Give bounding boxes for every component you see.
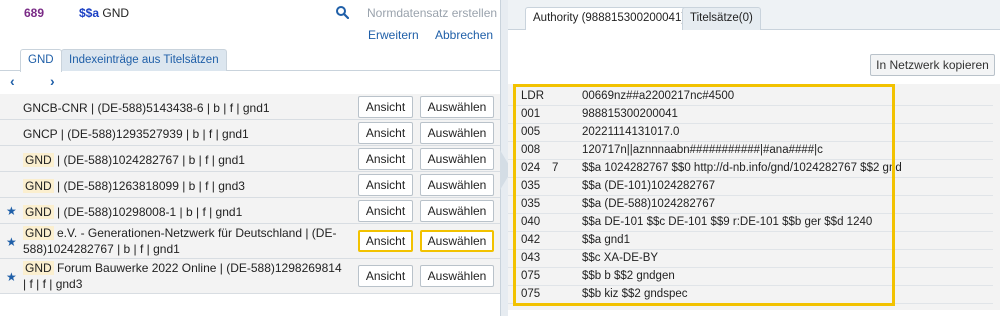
subfield-value[interactable]: $$a GND	[79, 6, 129, 20]
gnd-chip: GND	[23, 261, 54, 275]
view-button[interactable]: Ansicht	[358, 148, 413, 170]
star-icon: ★	[6, 235, 17, 249]
select-button[interactable]: Auswählen	[420, 230, 494, 252]
result-text: GNCP | (DE-588)1293527939 | b | f | gnd1	[23, 127, 249, 141]
search-icon[interactable]	[335, 5, 349, 19]
view-button[interactable]: Ansicht	[358, 174, 413, 196]
result-row: GNCP | (DE-588)1293527939 | b | f | gnd1…	[0, 120, 500, 146]
result-text: GND | (DE-588)1263818099 | b | f | gnd3	[23, 179, 245, 193]
result-row: GNCB-CNR | (DE-588)5143438-6 | b | f | g…	[0, 94, 500, 120]
gnd-chip: GND	[23, 153, 54, 167]
pager: ‹ ›	[0, 72, 500, 92]
create-authority-link: Normdatensatz erstellen	[367, 6, 498, 20]
result-row: GND | (DE-588)1263818099 | b | f | gnd3 …	[0, 172, 500, 198]
cancel-link[interactable]: Abbrechen	[435, 28, 493, 42]
view-button[interactable]: Ansicht	[358, 230, 413, 252]
gnd-chip: GND	[23, 226, 54, 240]
marc-record: LDR 00669nz##a2200217nc#4500 001 9888153002…	[508, 84, 1000, 310]
subfield-text: GND	[102, 6, 130, 20]
result-text: GND | (DE-588)1024282767 | b | f | gnd1	[23, 153, 245, 167]
star-icon: ★	[6, 270, 17, 284]
tab-index-entries[interactable]: Indexeinträge aus Titelsätzen	[61, 49, 227, 71]
result-text: GNCB-CNR | (DE-588)5143438-6 | b | f | g…	[23, 101, 270, 115]
result-text: GND e.V. - Generationen-Netzwerk für Deu…	[23, 226, 337, 256]
gnd-chip: GND	[23, 205, 54, 219]
search-results-pane: 689 $$a GND Normdatensatz erstellen Erwe…	[0, 0, 500, 316]
select-button[interactable]: Auswählen	[420, 122, 494, 144]
view-button[interactable]: Ansicht	[358, 122, 413, 144]
view-button[interactable]: Ansicht	[358, 265, 413, 287]
next-page-icon[interactable]: ›	[50, 73, 55, 89]
result-row-selected: ★ GND e.V. - Generationen-Netzwerk für D…	[0, 224, 500, 259]
field-header: 689 $$a GND Normdatensatz erstellen Erwe…	[0, 0, 500, 52]
left-tab-bar: GND Indexeinträge aus Titelsätzen	[0, 47, 500, 72]
right-tab-bar: Authority (988815300200041) Titelsätze(0…	[508, 0, 1000, 30]
copy-to-network-button[interactable]: In Netzwerk kopieren	[870, 54, 995, 76]
view-button[interactable]: Ansicht	[358, 96, 413, 118]
view-button[interactable]: Ansicht	[358, 200, 413, 222]
prev-page-icon[interactable]: ‹	[10, 73, 15, 89]
tab-authority[interactable]: Authority (988815300200041)	[525, 7, 694, 30]
gnd-chip: GND	[23, 179, 54, 193]
select-button[interactable]: Auswählen	[420, 200, 494, 222]
field-tag: 689	[24, 6, 45, 20]
subfield-code: $$a	[79, 6, 100, 20]
result-text: GND Forum Bauwerke 2022 Online | (DE-588…	[23, 261, 342, 291]
result-row: ★ GND Forum Bauwerke 2022 Online | (DE-5…	[0, 259, 500, 294]
select-button[interactable]: Auswählen	[420, 265, 494, 287]
select-button[interactable]: Auswählen	[420, 174, 494, 196]
select-button[interactable]: Auswählen	[420, 148, 494, 170]
expand-link[interactable]: Erweitern	[368, 28, 419, 42]
result-row: ★ GND | (DE-588)10298008-1 | b | f | gnd…	[0, 198, 500, 224]
select-button[interactable]: Auswählen	[420, 96, 494, 118]
result-row: GND | (DE-588)1024282767 | b | f | gnd1 …	[0, 146, 500, 172]
result-text: GND | (DE-588)10298008-1 | b | f | gnd1	[23, 205, 243, 219]
marc-highlight-frame	[513, 84, 895, 306]
record-preview-pane: Authority (988815300200041) Titelsätze(0…	[508, 0, 1000, 316]
tab-gnd[interactable]: GND	[20, 49, 62, 72]
tab-title-records[interactable]: Titelsätze(0)	[682, 7, 761, 30]
star-icon: ★	[6, 204, 17, 218]
